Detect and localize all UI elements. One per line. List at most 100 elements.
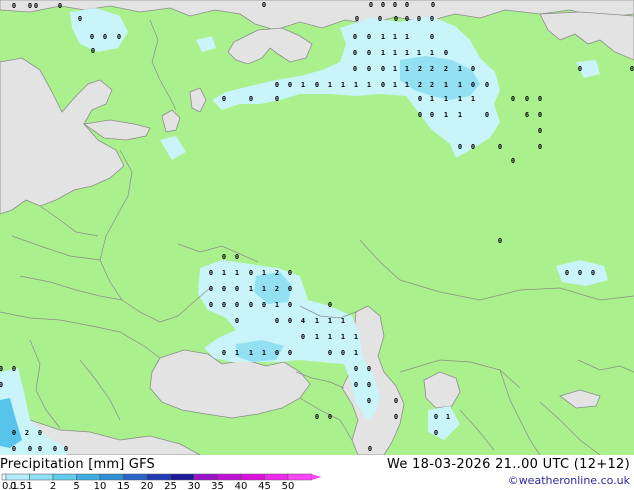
precip-value-label: 2: [430, 65, 434, 73]
precip-value-label: 0: [328, 349, 332, 357]
precip-value-label: 0: [315, 81, 319, 89]
precip-value-label: 0: [430, 15, 434, 23]
precipitation-map[interactable]: 0 0 0 0000 0 0 0 0 00 0 0 000 0 000 0 1 1 1 00 0 1 1 1 1 1 00 0 0 1 1…: [0, 0, 634, 455]
precip-value-label: 0: [103, 33, 107, 41]
legend-tick-label: 20: [141, 481, 154, 490]
credit-link[interactable]: ©weatheronline.co.uk: [508, 474, 630, 487]
precip-value-label: 0: [288, 301, 292, 309]
precip-value-label: 1: [249, 349, 253, 357]
precip-value-label: 0: [249, 269, 253, 277]
precip-value-label: 0: [222, 95, 226, 103]
precip-value-label: 0: [38, 445, 42, 453]
precip-value-label: 0: [355, 15, 359, 23]
precip-value-label: 0: [405, 15, 409, 23]
precip-value-label: 0: [417, 15, 421, 23]
legend-tick-label: 45: [258, 481, 271, 490]
precip-value-label: 1: [458, 111, 462, 119]
precip-value-label: 1: [381, 33, 385, 41]
precip-value-label: 0: [591, 269, 595, 277]
precip-value-label: 4: [301, 317, 305, 325]
precip-value-label: 0: [354, 365, 358, 373]
precip-value-label: 0: [458, 143, 462, 151]
precip-value-label: 0: [12, 365, 16, 373]
precip-value-label: 1: [341, 317, 345, 325]
precip-value-label: 0: [235, 317, 239, 325]
precip-value-label: 0: [471, 81, 475, 89]
precip-value-label: 2: [25, 429, 29, 437]
precip-value-label: 0: [275, 349, 279, 357]
precip-value-label: 1: [315, 333, 319, 341]
precip-value-label: 0: [367, 49, 371, 57]
weather-map-app: 0000000000000000000000011100011111000011…: [0, 0, 634, 490]
legend-swatch: [170, 473, 195, 481]
precip-value-label: 2: [275, 285, 279, 293]
precip-value-label: 0: [578, 269, 582, 277]
precip-value-label: 2: [418, 81, 422, 89]
precip-value-label: 0: [222, 349, 226, 357]
precip-value-label: 1: [235, 349, 239, 357]
precip-value-label: 1: [393, 81, 397, 89]
precip-value-label: 1: [444, 95, 448, 103]
precip-value-label: 0: [434, 413, 438, 421]
precip-value-label: 0: [38, 429, 42, 437]
precip-value-label: 0: [418, 111, 422, 119]
precip-value-label: 0: [249, 95, 253, 103]
precip-value-label: 1: [405, 65, 409, 73]
precip-value-label: 1: [393, 33, 397, 41]
precip-value-label: 0: [367, 33, 371, 41]
legend-labels: 0.10.5 1 2 5 10 15 20 25 30 35 40 45 50: [2, 481, 294, 490]
legend-swatch: [217, 473, 242, 481]
precip-value-label: 2: [275, 269, 279, 277]
precip-value-label: 0: [394, 413, 398, 421]
precip-value-label: 0: [315, 413, 319, 421]
precip-value-label: 1: [458, 81, 462, 89]
precip-value-label: 1: [328, 81, 332, 89]
precip-value-label: 0: [444, 49, 448, 57]
precip-value-label: 0: [0, 365, 3, 373]
precip-value-label: 1: [249, 285, 253, 293]
precip-value-label: 0: [209, 285, 213, 293]
precip-value-label: 0: [354, 381, 358, 389]
legend-swatch: [240, 473, 265, 481]
legend-swatch: [264, 473, 289, 481]
legend-swatches: [1, 473, 322, 481]
legend-swatch: [146, 473, 171, 481]
precip-value-label: 2: [418, 65, 422, 73]
precip-value-label: 1: [315, 317, 319, 325]
precip-value-label: 0: [511, 157, 515, 165]
precip-value-label: 0: [12, 445, 16, 453]
precip-value-label: 1: [262, 269, 266, 277]
legend-swatch: [287, 473, 312, 481]
precip-value-label: 1: [275, 301, 279, 309]
precip-value-label: 0: [368, 445, 372, 453]
precip-value-label: 0: [418, 95, 422, 103]
precip-value-label: 0: [53, 445, 57, 453]
precip-value-label: 0: [538, 95, 542, 103]
precip-value-label: 2: [430, 81, 434, 89]
legend-swatch: [29, 473, 54, 481]
precip-value-label: 0: [275, 95, 279, 103]
precip-value-label: 0: [578, 65, 582, 73]
precip-value-label: 1: [430, 95, 434, 103]
precip-value-label: 0: [235, 285, 239, 293]
precip-value-label: 1: [417, 49, 421, 57]
precip-value-label: 0: [288, 269, 292, 277]
precip-value-label: 0: [78, 15, 82, 23]
precip-value-label: 0: [288, 285, 292, 293]
precip-value-label: 0: [381, 65, 385, 73]
precip-value-label: 0: [381, 1, 385, 9]
precip-value-label: 0: [301, 333, 305, 341]
precip-value-label: 0: [64, 445, 68, 453]
precip-color-legend: 0.10.5 1 2 5 10 15 20 25 30 35 40 45 50: [1, 473, 322, 490]
precip-value-label: 0: [288, 349, 292, 357]
precip-value-label: 0: [28, 445, 32, 453]
precip-value-label: 0: [34, 2, 38, 10]
precip-value-label: 0: [538, 111, 542, 119]
precip-value-label: 1: [444, 81, 448, 89]
map-title: Precipitation [mm] GFS: [0, 457, 155, 472]
precip-value-label: 0: [485, 81, 489, 89]
precip-value-label: 1: [458, 65, 462, 73]
precip-value-label: 0: [405, 1, 409, 9]
precip-value-label: 0: [498, 143, 502, 151]
precip-value-label: 1: [405, 49, 409, 57]
